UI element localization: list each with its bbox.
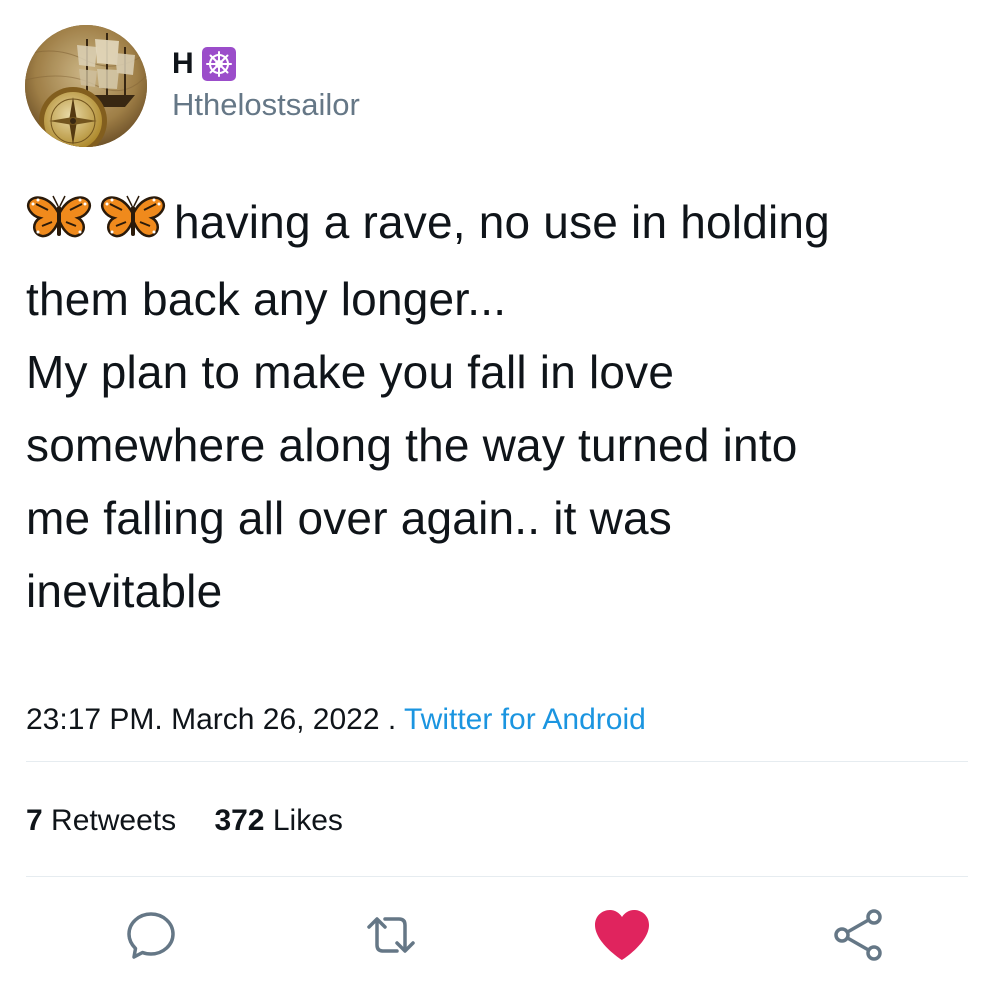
tweet-stats: 7 Retweets 372 Likes xyxy=(26,801,373,841)
tweet-line-text: having a rave, no use in holding xyxy=(174,196,830,248)
action-bar xyxy=(0,900,995,970)
tweet-text: having a rave, no use in holding them ba… xyxy=(26,186,971,628)
divider xyxy=(26,876,968,877)
like-button[interactable] xyxy=(587,900,657,970)
tweet-line: me falling all over again.. it was xyxy=(26,492,672,544)
tweet-timestamp[interactable]: 23:17 PM. March 26, 2022 . xyxy=(26,703,396,736)
share-button[interactable] xyxy=(823,900,893,970)
avatar[interactable] xyxy=(25,25,147,147)
retweets-label: Retweets xyxy=(51,804,177,837)
tweet-source-link[interactable]: Twitter for Android xyxy=(404,703,646,736)
tweet-line: inevitable xyxy=(26,565,223,617)
reply-icon xyxy=(127,912,175,959)
likes-count: 372 xyxy=(214,804,265,837)
display-name[interactable]: H xyxy=(172,49,194,79)
user-handle[interactable]: Hthelostsailor xyxy=(172,86,360,123)
wheel-of-dharma-icon xyxy=(201,47,236,81)
retweet-button[interactable] xyxy=(356,900,426,970)
tweet-meta: 23:17 PM. March 26, 2022 . Twitter for A… xyxy=(26,700,646,740)
tweet-line: them back any longer... xyxy=(26,273,507,325)
heart-icon xyxy=(595,910,649,960)
tweet-line: My plan to make you fall in love xyxy=(26,346,675,398)
retweets-stat[interactable]: 7 Retweets xyxy=(26,804,176,837)
retweets-count: 7 xyxy=(26,804,43,837)
likes-label: Likes xyxy=(272,804,343,837)
butterfly-icon xyxy=(26,190,92,263)
tweet-line: somewhere along the way turned into xyxy=(26,419,798,471)
retweet-icon xyxy=(367,917,415,953)
avatar-image xyxy=(25,25,147,147)
tweet-card: H Hthelostsailor having a rave, no use i… xyxy=(0,0,995,1000)
tweet-line: having a rave, no use in holding xyxy=(26,186,971,263)
divider xyxy=(26,761,968,762)
display-name-row: H xyxy=(172,44,236,84)
butterfly-icon xyxy=(100,190,166,263)
share-icon xyxy=(834,909,882,961)
likes-stat[interactable]: 372 Likes xyxy=(214,804,342,837)
reply-button[interactable] xyxy=(116,900,186,970)
